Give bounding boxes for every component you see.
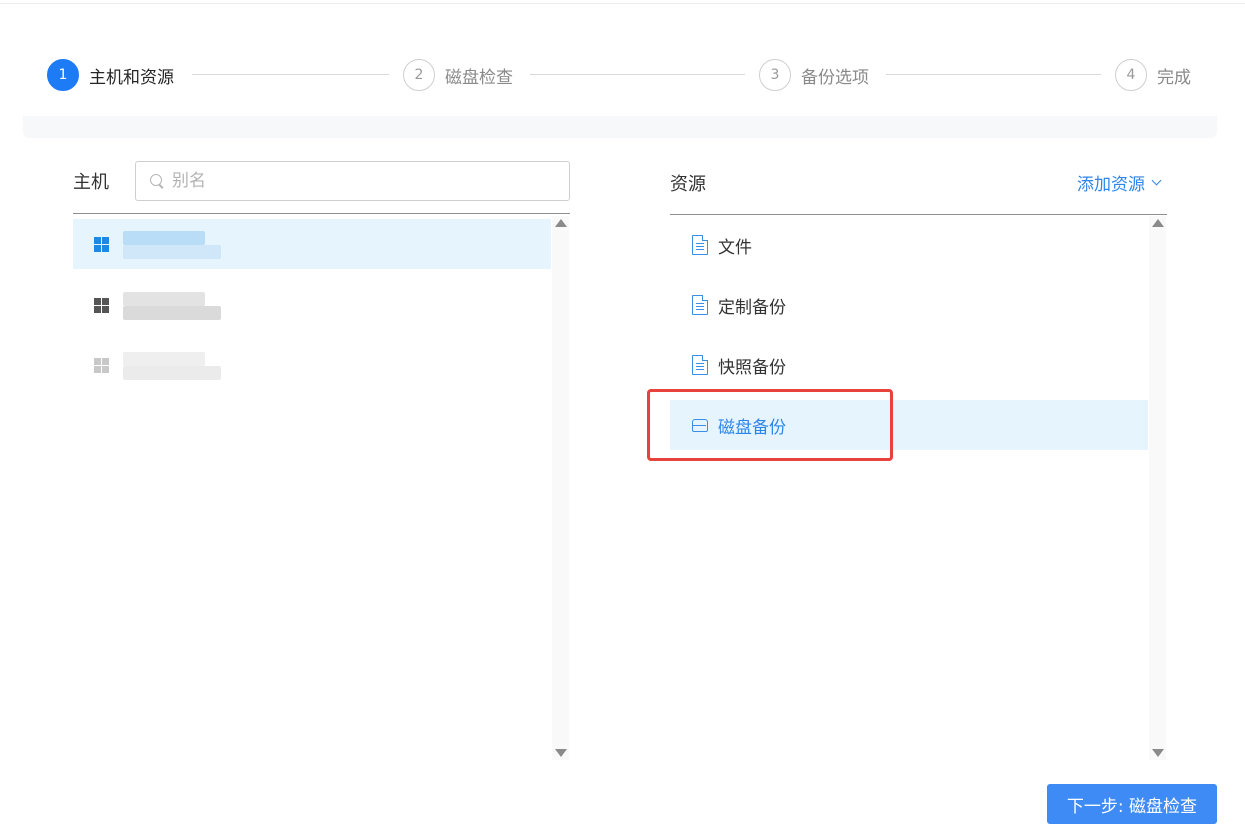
stepper-card bbox=[23, 34, 1217, 138]
resource-item-custom-backup[interactable]: 定制备份 bbox=[670, 280, 1148, 330]
resource-item-file[interactable]: 文件 bbox=[670, 220, 1148, 270]
host-panel-divider bbox=[73, 213, 570, 214]
windows-icon bbox=[94, 297, 109, 313]
resource-panel-divider bbox=[670, 214, 1167, 215]
add-resource-dropdown[interactable]: 添加资源 bbox=[1077, 170, 1162, 195]
step-1: 1 主机和资源 bbox=[47, 59, 174, 91]
host-name-redacted bbox=[123, 348, 223, 382]
host-name-redacted bbox=[123, 288, 223, 322]
host-row[interactable] bbox=[73, 280, 551, 330]
step-3-number: 3 bbox=[759, 59, 791, 91]
host-row bbox=[73, 340, 551, 390]
step-2: 2 磁盘检查 bbox=[403, 59, 513, 91]
scroll-down-arrow-icon[interactable] bbox=[555, 749, 567, 757]
resource-item-label: 定制备份 bbox=[718, 297, 786, 318]
resource-item-label: 磁盘备份 bbox=[718, 417, 786, 438]
backup-wizard-page: 1 主机和资源 2 磁盘检查 3 备份选项 4 完成 主机 别名 资源 添加资源… bbox=[0, 0, 1245, 838]
add-resource-label: 添加资源 bbox=[1077, 175, 1145, 195]
host-name-redacted bbox=[123, 227, 223, 261]
scroll-up-arrow-icon[interactable] bbox=[1152, 219, 1164, 227]
host-search-box[interactable] bbox=[135, 161, 570, 201]
file-icon bbox=[692, 295, 708, 315]
resource-item-disk-backup[interactable]: 磁盘备份 bbox=[670, 400, 1148, 450]
host-panel-title: 主机 bbox=[73, 172, 109, 193]
top-divider bbox=[0, 3, 1245, 4]
step-connector-3 bbox=[886, 74, 1101, 75]
file-icon bbox=[692, 235, 708, 255]
step-1-label: 主机和资源 bbox=[89, 67, 174, 88]
windows-icon bbox=[94, 236, 109, 252]
step-4-label: 完成 bbox=[1157, 67, 1191, 88]
step-2-number: 2 bbox=[403, 59, 435, 91]
next-step-button[interactable]: 下一步: 磁盘检查 bbox=[1047, 784, 1217, 824]
disk-icon bbox=[692, 418, 708, 432]
scroll-down-arrow-icon[interactable] bbox=[1152, 749, 1164, 757]
chevron-down-icon bbox=[1151, 175, 1162, 186]
host-list-scrollbar[interactable] bbox=[552, 216, 569, 760]
step-connector-1 bbox=[192, 74, 389, 75]
search-icon bbox=[150, 174, 164, 188]
step-connector-2 bbox=[530, 74, 745, 75]
step-4: 4 完成 bbox=[1115, 59, 1191, 91]
step-3-label: 备份选项 bbox=[801, 67, 869, 88]
resource-item-snapshot-backup[interactable]: 快照备份 bbox=[670, 340, 1148, 390]
host-search-input[interactable] bbox=[170, 170, 550, 192]
step-4-number: 4 bbox=[1115, 59, 1147, 91]
host-row[interactable] bbox=[73, 219, 551, 269]
resource-item-label: 文件 bbox=[718, 237, 752, 258]
step-2-label: 磁盘检查 bbox=[445, 67, 513, 88]
host-list bbox=[73, 219, 551, 759]
resource-item-label: 快照备份 bbox=[718, 357, 786, 378]
scroll-up-arrow-icon[interactable] bbox=[555, 219, 567, 227]
resource-panel-title: 资源 bbox=[670, 174, 706, 195]
file-icon bbox=[692, 355, 708, 375]
windows-icon bbox=[94, 357, 109, 373]
step-3: 3 备份选项 bbox=[759, 59, 869, 91]
resource-list: 文件 定制备份 快照备份 磁盘备份 bbox=[670, 219, 1148, 759]
step-1-number: 1 bbox=[47, 59, 79, 91]
stepper-background bbox=[23, 34, 1217, 116]
resource-list-scrollbar[interactable] bbox=[1149, 216, 1166, 760]
